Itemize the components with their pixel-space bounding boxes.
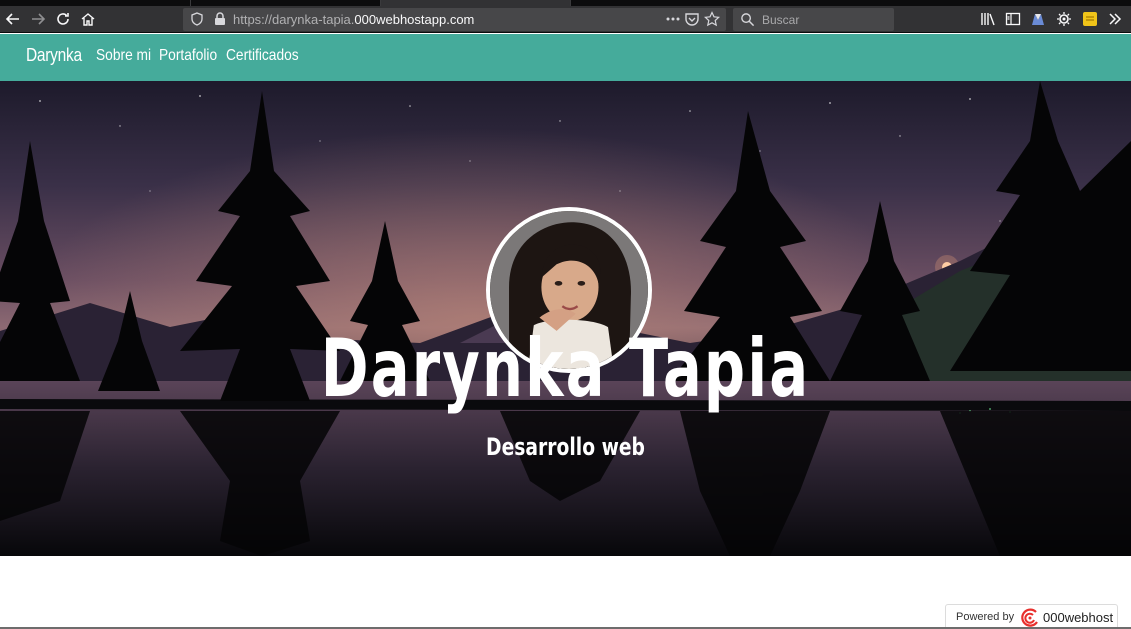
extension-icon[interactable] <box>1030 11 1046 27</box>
pocket-icon[interactable] <box>684 11 700 27</box>
search-bar[interactable]: Buscar <box>733 8 894 31</box>
overflow-icon[interactable] <box>1107 11 1123 27</box>
search-icon <box>740 12 755 27</box>
back-icon[interactable] <box>2 8 24 30</box>
hero-title: Darynka Tapia <box>320 322 811 415</box>
forward-icon[interactable] <box>27 8 49 30</box>
settings-icon[interactable] <box>1056 11 1072 27</box>
shield-icon[interactable] <box>189 11 205 27</box>
powered-by-brand: 000webhost <box>1043 610 1114 625</box>
library-icon[interactable] <box>980 11 996 27</box>
more-icon[interactable] <box>665 11 681 27</box>
web-page: Darynka Sobre mi Portafolio Certificados <box>0 34 1131 629</box>
hero-section: Darynka Tapia Desarrollo web <box>0 81 1131 556</box>
nav-link-sobre-mi[interactable]: Sobre mi <box>96 47 151 65</box>
hero-subtitle: Desarrollo web <box>486 433 645 461</box>
powered-by-badge[interactable]: Powered by 000webhost <box>945 604 1118 629</box>
url-bar[interactable]: https://darynka-tapia.000webhostapp.com <box>183 8 726 31</box>
sidebar-icon[interactable] <box>1005 11 1021 27</box>
browser-toolbar: https://darynka-tapia.000webhostapp.com … <box>0 6 1131 33</box>
extension-icon[interactable] <box>1082 11 1098 27</box>
site-navbar: Darynka Sobre mi Portafolio Certificados <box>0 34 1131 81</box>
navbar-brand[interactable]: Darynka <box>26 45 82 66</box>
url-host: 000webhostapp.com <box>354 12 475 27</box>
url-prefix: https://darynka-tapia. <box>233 12 355 27</box>
nav-link-portafolio[interactable]: Portafolio <box>159 47 217 65</box>
reload-icon[interactable] <box>52 8 74 30</box>
home-icon[interactable] <box>77 8 99 30</box>
url-text[interactable]: https://darynka-tapia.000webhostapp.com <box>233 12 474 27</box>
bookmark-star-icon[interactable] <box>703 11 721 27</box>
nav-link-certificados[interactable]: Certificados <box>226 47 299 65</box>
webhost-logo-icon <box>1020 608 1040 628</box>
powered-by-label: Powered by <box>956 611 1015 623</box>
search-placeholder: Buscar <box>762 13 800 27</box>
lock-icon[interactable] <box>212 11 228 27</box>
